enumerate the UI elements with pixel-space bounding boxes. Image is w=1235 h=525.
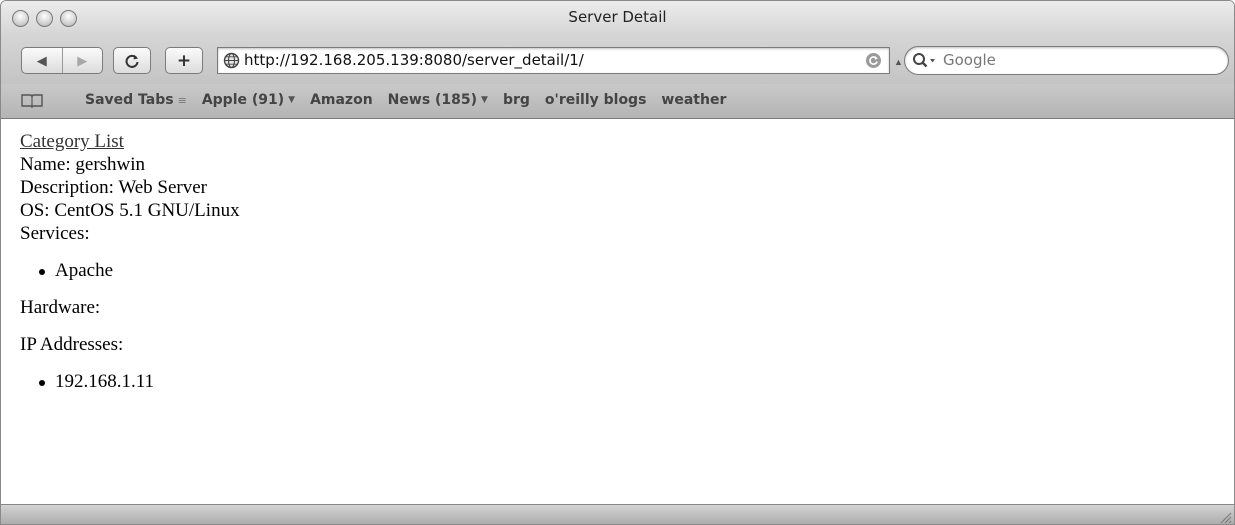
reload-button[interactable]	[113, 47, 151, 74]
address-bar[interactable]: http://192.168.205.139:8080/server_detai…	[217, 47, 890, 74]
dropdown-arrow-icon: ▼	[481, 95, 488, 105]
globe-icon	[223, 52, 240, 69]
bookmarks-book-icon[interactable]	[20, 93, 44, 108]
browser-window: Server Detail ◀ ▶ + http://192.168.205.1…	[0, 0, 1235, 525]
dropdown-arrow-icon: ▼	[288, 95, 296, 105]
services-label: Services:	[20, 223, 90, 244]
back-button[interactable]: ◀	[22, 48, 63, 73]
page-content: Category List Name: gershwin Description…	[1, 120, 1234, 504]
snapback-icon[interactable]	[865, 52, 882, 69]
list-item: 192.168.1.11	[39, 370, 240, 393]
hardware-label: Hardware:	[20, 297, 101, 318]
bookmark-brg[interactable]: brg	[503, 92, 530, 108]
bookmark-news[interactable]: News (185) ▼	[388, 92, 488, 108]
category-list-link[interactable]: Category List	[20, 131, 124, 152]
bookmark-apple[interactable]: Apple (91) ▼	[202, 92, 295, 108]
server-os: OS: CentOS 5.1 GNU/Linux	[20, 200, 240, 221]
bookmark-saved-tabs[interactable]: Saved Tabs ≡	[85, 92, 187, 108]
window-title: Server Detail	[568, 8, 667, 26]
reload-icon	[125, 54, 139, 68]
grip-icon: ≡	[177, 93, 187, 107]
search-field[interactable]: Google	[904, 46, 1229, 75]
server-name: Name: gershwin	[20, 154, 146, 175]
bookmark-weather[interactable]: weather	[661, 92, 726, 108]
title-bar: Server Detail	[1, 1, 1234, 34]
search-placeholder: Google	[943, 51, 996, 69]
browser-toolbar: ◀ ▶ + http://192.168.205.139:8080/server…	[1, 34, 1234, 84]
server-detail: Category List Name: gershwin Description…	[20, 130, 240, 407]
list-item: Apache	[39, 259, 240, 282]
forward-arrow-icon: ▶	[77, 52, 88, 68]
search-icon	[913, 53, 935, 68]
ip-addresses-list: 192.168.1.11	[20, 370, 240, 393]
status-bar	[1, 504, 1234, 524]
forward-button[interactable]: ▶	[63, 48, 103, 73]
bookmark-items: Saved Tabs ≡ Apple (91) ▼ Amazon News (1…	[85, 92, 741, 108]
bookmark-amazon[interactable]: Amazon	[310, 92, 373, 108]
ip-addresses-label: IP Addresses:	[20, 334, 124, 355]
back-forward-control: ◀ ▶	[21, 47, 103, 74]
bookmarks-bar: Saved Tabs ≡ Apple (91) ▼ Amazon News (1…	[1, 84, 1234, 119]
server-description: Description: Web Server	[20, 177, 208, 198]
resize-grip-icon[interactable]	[1218, 510, 1232, 524]
plus-icon: +	[176, 50, 192, 71]
bookmark-oreilly-blogs[interactable]: o'reilly blogs	[545, 92, 647, 108]
add-bookmark-button[interactable]: +	[165, 47, 203, 74]
bookmark-rss-icon: ▲	[894, 57, 903, 67]
services-list: Apache	[20, 259, 240, 282]
url-text: http://192.168.205.139:8080/server_detai…	[244, 51, 584, 69]
back-arrow-icon: ◀	[36, 52, 47, 68]
